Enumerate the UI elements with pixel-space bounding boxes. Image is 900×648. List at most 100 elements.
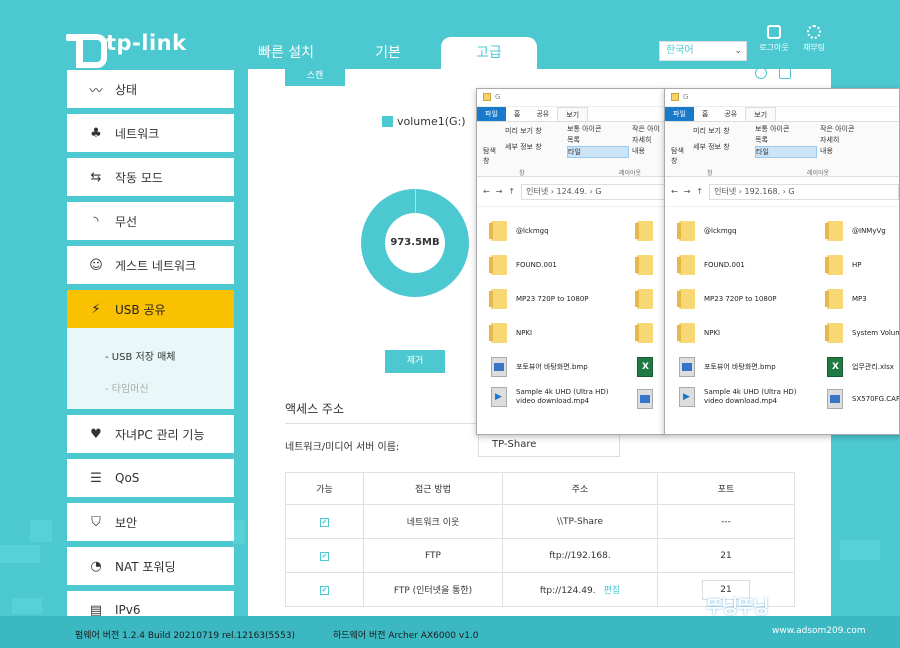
back-icon[interactable]: ← xyxy=(671,187,678,196)
content-view-button[interactable]: 내용 xyxy=(632,146,645,156)
list-item[interactable]: NPKI xyxy=(677,323,819,343)
ribbon-tab-home[interactable]: 홈 xyxy=(694,107,716,121)
firmware-version: 펌웨어 버전 1.2.4 Build 20210719 rel.12163(55… xyxy=(75,631,295,641)
tab-basic[interactable]: 기본 xyxy=(337,37,439,69)
enable-checkbox[interactable]: ✔ xyxy=(320,517,329,527)
folder-icon xyxy=(825,289,843,309)
address-path[interactable]: 인터넷 › 192.168. › G xyxy=(709,183,899,200)
up-icon[interactable]: ↑ xyxy=(696,187,703,196)
scan-button[interactable]: 스캔 xyxy=(285,66,345,86)
list-view-button[interactable]: 목록 xyxy=(567,135,580,145)
tiles-view-button[interactable]: 타일 xyxy=(755,146,817,158)
list-item[interactable]: 포토뷰어 바탕화면.bmp xyxy=(679,357,819,377)
nav-pane-button[interactable]: 탐색 창 xyxy=(483,146,499,166)
ribbon-tab-share[interactable]: 공유 xyxy=(528,107,557,121)
sidebar-item-guest-network[interactable]: ☺ 게스트 네트워크 xyxy=(67,246,234,284)
tp-link-logo: tp-link xyxy=(66,26,187,68)
ribbon-tab-file[interactable]: 파일 xyxy=(477,107,506,121)
submenu-usb-storage[interactable]: - USB 저장 매체 xyxy=(67,342,234,374)
list-item[interactable]: 포토뷰어 바탕화면.bmp xyxy=(491,357,661,377)
collapse-icon[interactable] xyxy=(779,67,791,79)
submenu-time-machine[interactable]: - 타임머신 xyxy=(67,374,234,406)
edit-link[interactable]: 편집 xyxy=(604,586,621,596)
list-item[interactable]: MP3 xyxy=(825,289,899,309)
sidebar-item-parental-controls[interactable]: ♥ 자녀PC 관리 기능 xyxy=(67,415,234,453)
video-file-icon xyxy=(679,387,695,407)
details-pane-button[interactable]: 세부 정보 창 xyxy=(505,142,542,152)
file-name: @lckmgq xyxy=(516,226,549,235)
shield-icon: ⛉ xyxy=(91,514,101,530)
details-view-button[interactable]: 자세히 xyxy=(632,135,651,145)
normal-icons-button[interactable]: 보통 아이콘 xyxy=(755,124,789,134)
reboot-button[interactable]: 재부팅 xyxy=(795,25,833,53)
forward-icon[interactable]: → xyxy=(684,187,691,196)
file-name: HP xyxy=(852,260,862,269)
small-icons-button[interactable]: 작은 아이콘 xyxy=(820,124,854,134)
list-item[interactable]: @lckmgq xyxy=(677,221,819,241)
list-view-button[interactable]: 목록 xyxy=(755,135,768,145)
refresh-icon[interactable] xyxy=(755,67,767,79)
list-item[interactable]: Sample 4k UHD (Ultra HD) video download.… xyxy=(491,387,611,407)
logout-button[interactable]: 로그아웃 xyxy=(755,25,793,53)
folder-icon xyxy=(677,289,695,309)
watermark: 뚜닝뚜닝 xyxy=(706,597,769,618)
ribbon-tab-view[interactable]: 보기 xyxy=(557,107,589,121)
sidebar-item-nat-forwarding[interactable]: ◔ NAT 포워딩 xyxy=(67,547,234,585)
small-icons-button[interactable]: 작은 아이 xyxy=(632,124,660,134)
preview-pane-button[interactable]: 미리 보기 창 xyxy=(693,126,730,136)
ribbon-tab-share[interactable]: 공유 xyxy=(716,107,745,121)
remove-button[interactable]: 제거 xyxy=(385,350,445,373)
preview-pane-button[interactable]: 미리 보기 창 xyxy=(505,126,542,136)
details-pane-button[interactable]: 세부 정보 창 xyxy=(693,142,730,152)
normal-icons-button[interactable]: 보통 아이콘 xyxy=(567,124,601,134)
table-row: ✔ 네트워크 이웃 \\TP-Share --- xyxy=(285,504,795,539)
address-path[interactable]: 인터넷 › 124.49. › G xyxy=(521,183,665,200)
server-name-input[interactable]: TP-Share xyxy=(478,433,620,457)
sidebar-item-status[interactable]: 〰 상태 xyxy=(67,70,234,108)
video-file-icon xyxy=(491,387,507,407)
sidebar-item-operation-mode[interactable]: ⇆ 작동 모드 xyxy=(67,158,234,196)
explorer-window-2[interactable]: G 파일 홈 공유 보기 탐색 창 미리 보기 창 세부 정보 창 보통 아이콘… xyxy=(664,88,900,435)
list-item[interactable]: FOUND.001 xyxy=(677,255,819,275)
ribbon-tab-home[interactable]: 홈 xyxy=(506,107,528,121)
tab-quick-setup[interactable]: 빠른 설치 xyxy=(235,37,337,69)
tp-link-logo-icon xyxy=(66,26,107,68)
list-item[interactable]: @INMyVg xyxy=(825,221,899,241)
legend-swatch xyxy=(382,116,393,127)
tiles-view-button[interactable]: 타일 xyxy=(567,146,629,158)
explorer-titlebar[interactable]: G xyxy=(665,89,899,107)
folder-icon xyxy=(635,289,653,309)
explorer-titlebar[interactable]: G xyxy=(477,89,665,107)
list-item[interactable]: MP23 720P to 1080P xyxy=(677,289,819,309)
sidebar-item-network[interactable]: ♣ 네트워크 xyxy=(67,114,234,152)
list-item[interactable]: System Volume xyxy=(825,323,899,343)
list-item[interactable]: HP xyxy=(825,255,899,275)
list-item[interactable]: 업무관리.xlsx xyxy=(827,357,899,377)
sidebar-item-wireless[interactable]: ◝ 무선 xyxy=(67,202,234,240)
guest-icon: ☺ xyxy=(89,257,103,273)
enable-checkbox[interactable]: ✔ xyxy=(320,585,329,595)
folder-icon xyxy=(489,323,507,343)
volume-legend: volume1(G:) xyxy=(382,115,466,128)
sidebar-item-qos[interactable]: ☰ QoS xyxy=(67,459,234,497)
logo-text: tp-link xyxy=(106,31,187,55)
explorer-window-1[interactable]: G 파일 홈 공유 보기 탐색 창 미리 보기 창 세부 정보 창 보통 아이콘… xyxy=(476,88,666,435)
back-icon[interactable]: ← xyxy=(483,187,490,196)
sidebar: 〰 상태 ♣ 네트워크 ⇆ 작동 모드 ◝ 무선 ☺ 게스트 네트워크 ⚡ USB 공유 -… xyxy=(67,70,234,635)
volume-label: volume1(G:) xyxy=(397,115,466,128)
sidebar-item-security[interactable]: ⛉ 보안 xyxy=(67,503,234,541)
ribbon-tab-view[interactable]: 보기 xyxy=(745,107,777,121)
content-view-button[interactable]: 내용 xyxy=(820,146,833,156)
nav-pane-button[interactable]: 탐색 창 xyxy=(671,146,687,166)
list-item[interactable]: SX570FG.CAP xyxy=(827,389,899,409)
enable-checkbox[interactable]: ✔ xyxy=(320,551,329,561)
ribbon-tab-file[interactable]: 파일 xyxy=(665,107,694,121)
tab-advanced[interactable]: 고급 xyxy=(441,37,537,69)
list-item[interactable]: Sample 4k UHD (Ultra HD) video download.… xyxy=(679,387,814,407)
language-select[interactable]: 한국어 ⌄ xyxy=(659,41,747,61)
sidebar-item-usb-sharing[interactable]: ⚡ USB 공유 xyxy=(67,290,234,328)
up-icon[interactable]: ↑ xyxy=(508,187,515,196)
address-bar: ← → ↑ 인터넷 › 124.49. › G xyxy=(477,177,665,207)
details-view-button[interactable]: 자세히 xyxy=(820,135,839,145)
forward-icon[interactable]: → xyxy=(496,187,503,196)
